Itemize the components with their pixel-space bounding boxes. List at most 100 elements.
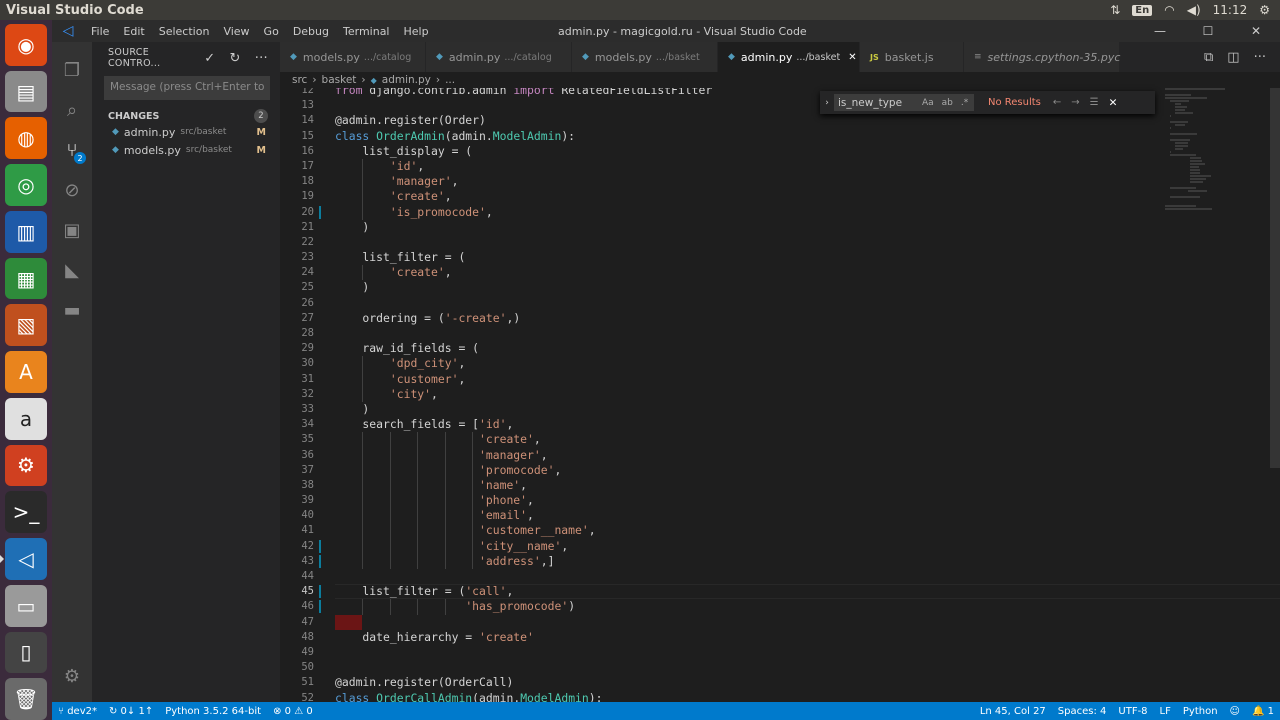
end-of-line[interactable]: LF (1154, 706, 1177, 717)
changes-section-header[interactable]: CHANGES 2 (92, 100, 280, 123)
use-regex-toggle[interactable]: .* (961, 98, 968, 108)
breadcrumb-src[interactable]: src (292, 74, 307, 86)
commit-check-icon[interactable]: ✓ (204, 51, 215, 66)
software-center-icon[interactable]: A (5, 351, 47, 393)
search-icon[interactable]: ⌕ (52, 90, 92, 130)
tab-admin-py[interactable]: ◆ admin.py .../basket ✕ (718, 42, 860, 72)
impress-icon[interactable]: ▧ (5, 304, 47, 347)
system-settings-icon[interactable]: ⚙ (5, 444, 47, 487)
change-item[interactable]: ◆ admin.py src/basket M (92, 123, 280, 141)
language-mode[interactable]: Python (1177, 706, 1224, 717)
minimap[interactable] (1165, 88, 1265, 288)
code-text: 'dpd_city', (389, 356, 466, 371)
code-text: 'address',] (479, 553, 555, 568)
breadcrumb-basket[interactable]: basket (322, 74, 357, 86)
code-text: @admin.register(OrderCall) (335, 675, 514, 690)
breadcrumb-file[interactable]: admin.py (382, 74, 431, 86)
tab-admin-py[interactable]: ◆ admin.py .../catalog (426, 42, 572, 72)
disk-icon[interactable]: ▭ (5, 584, 47, 627)
sync-status[interactable]: ↻ 0↓ 1↑ (103, 706, 159, 717)
line-number: 37 (301, 463, 314, 476)
tab-models-py[interactable]: ◆ models.py .../basket (572, 42, 718, 72)
breadcrumb-symbol[interactable]: ... (445, 74, 455, 86)
maximize-button[interactable]: ☐ (1184, 24, 1232, 38)
close-tab-icon[interactable]: ✕ (848, 52, 856, 63)
indentation[interactable]: Spaces: 4 (1052, 706, 1113, 717)
trash-icon[interactable]: 🗑 (5, 678, 47, 720)
line-number: 12 (301, 88, 314, 96)
explorer-icon[interactable]: ❐ (52, 50, 92, 90)
menu-go[interactable]: Go (257, 25, 286, 38)
manage-gear-icon[interactable]: ⚙ (52, 656, 92, 696)
more-actions-icon[interactable]: ··· (1254, 50, 1266, 65)
keyboard-layout-indicator[interactable]: En (1132, 4, 1153, 16)
menu-selection[interactable]: Selection (152, 25, 217, 38)
scrollbar-thumb[interactable] (1270, 88, 1280, 468)
source-control-icon[interactable]: ⑂ 2 (52, 130, 92, 170)
code-text: @admin.register(Order) (335, 113, 486, 128)
feedback-smiley-icon[interactable]: ☺ (1224, 706, 1246, 717)
gitlab-icon[interactable]: ◣ (52, 250, 92, 290)
gear-icon[interactable]: ⚙ (1259, 3, 1270, 17)
refresh-icon[interactable]: ↻ (229, 51, 240, 66)
editor-scrollbar[interactable] (1270, 88, 1280, 702)
ubuntu-dash-icon[interactable]: ◉ (5, 24, 47, 66)
writer-icon[interactable]: ▥ (5, 210, 47, 253)
clock[interactable]: 11:12 (1213, 3, 1248, 17)
debug-icon[interactable]: ⊘ (52, 170, 92, 210)
minimize-button[interactable]: — (1136, 24, 1184, 38)
chrome-icon[interactable]: ◎ (5, 164, 47, 206)
extensions-icon[interactable]: ▣ (52, 210, 92, 250)
code-text: search_fields = ['id', (335, 417, 514, 432)
close-window-button[interactable]: ✕ (1232, 24, 1280, 38)
split-editor-icon[interactable]: ◫ (1227, 50, 1239, 65)
more-actions-icon[interactable]: ··· (255, 51, 268, 66)
next-match-icon[interactable]: → (1071, 97, 1079, 108)
vscode-icon[interactable]: ◁ (0, 538, 47, 580)
problems-indicator[interactable]: ⊗ 0 ⚠ 0 (267, 706, 319, 717)
previous-match-icon[interactable]: ← (1053, 97, 1061, 108)
code-editor[interactable]: 12 from django.contrib.admin import Relat… (280, 88, 1280, 702)
tab-settings-cpython-35-pyc[interactable]: ≡ settings.cpython-35.pyc (964, 42, 1120, 72)
code-line: 15 class OrderAdmin(admin.ModelAdmin): (280, 129, 1180, 144)
minimap-line (1174, 148, 1183, 150)
find-in-selection-icon[interactable]: ☰ (1090, 97, 1099, 108)
close-find-icon[interactable]: ✕ (1109, 97, 1118, 109)
open-changes-icon[interactable]: ⧉ (1204, 50, 1213, 65)
tab-path: .../basket (796, 51, 841, 63)
volume-icon[interactable]: ◀) (1187, 3, 1201, 17)
firefox-icon[interactable]: ◍ (5, 117, 47, 160)
match-case-toggle[interactable]: Aa (922, 98, 934, 108)
docker-icon[interactable]: ▬ (52, 290, 92, 330)
change-status: M (256, 144, 266, 156)
notifications[interactable]: 🔔 1 (1246, 706, 1280, 717)
python-interpreter[interactable]: Python 3.5.2 64-bit (159, 706, 267, 717)
code-line: 32 'city', (280, 386, 1180, 402)
sort-icon[interactable]: ⇅ (1110, 3, 1120, 17)
files-icon[interactable]: ▤ (5, 70, 47, 113)
calc-icon[interactable]: ▦ (5, 257, 47, 300)
menu-help[interactable]: Help (397, 25, 436, 38)
wifi-icon[interactable]: ◠ (1164, 3, 1174, 17)
change-item[interactable]: ◆ models.py src/basket M (92, 141, 280, 159)
code-line: 34 search_fields = ['id', (280, 417, 1180, 432)
git-branch[interactable]: ⑂ dev2* (52, 706, 103, 717)
amazon-icon[interactable]: a (5, 397, 47, 440)
tab-models-py[interactable]: ◆ models.py .../catalog (280, 42, 426, 72)
code-text: 'create', (479, 432, 541, 447)
minimap-line (1174, 112, 1193, 114)
terminal-icon[interactable]: >_ (5, 491, 47, 534)
commit-message-input[interactable]: Message (press Ctrl+Enter to (104, 76, 270, 100)
menu-terminal[interactable]: Terminal (336, 25, 397, 38)
phone-icon[interactable]: ▯ (5, 631, 47, 674)
menu-edit[interactable]: Edit (116, 25, 151, 38)
toggle-replace-icon[interactable]: › (820, 98, 834, 108)
encoding[interactable]: UTF-8 (1112, 706, 1153, 717)
minimap-line (1165, 208, 1212, 210)
cursor-position[interactable]: Ln 45, Col 27 (974, 706, 1052, 717)
menu-file[interactable]: File (84, 25, 116, 38)
menu-debug[interactable]: Debug (286, 25, 336, 38)
menu-view[interactable]: View (216, 25, 256, 38)
match-whole-word-toggle[interactable]: ab (942, 98, 953, 108)
tab-basket-js[interactable]: JS basket.js (860, 42, 964, 72)
